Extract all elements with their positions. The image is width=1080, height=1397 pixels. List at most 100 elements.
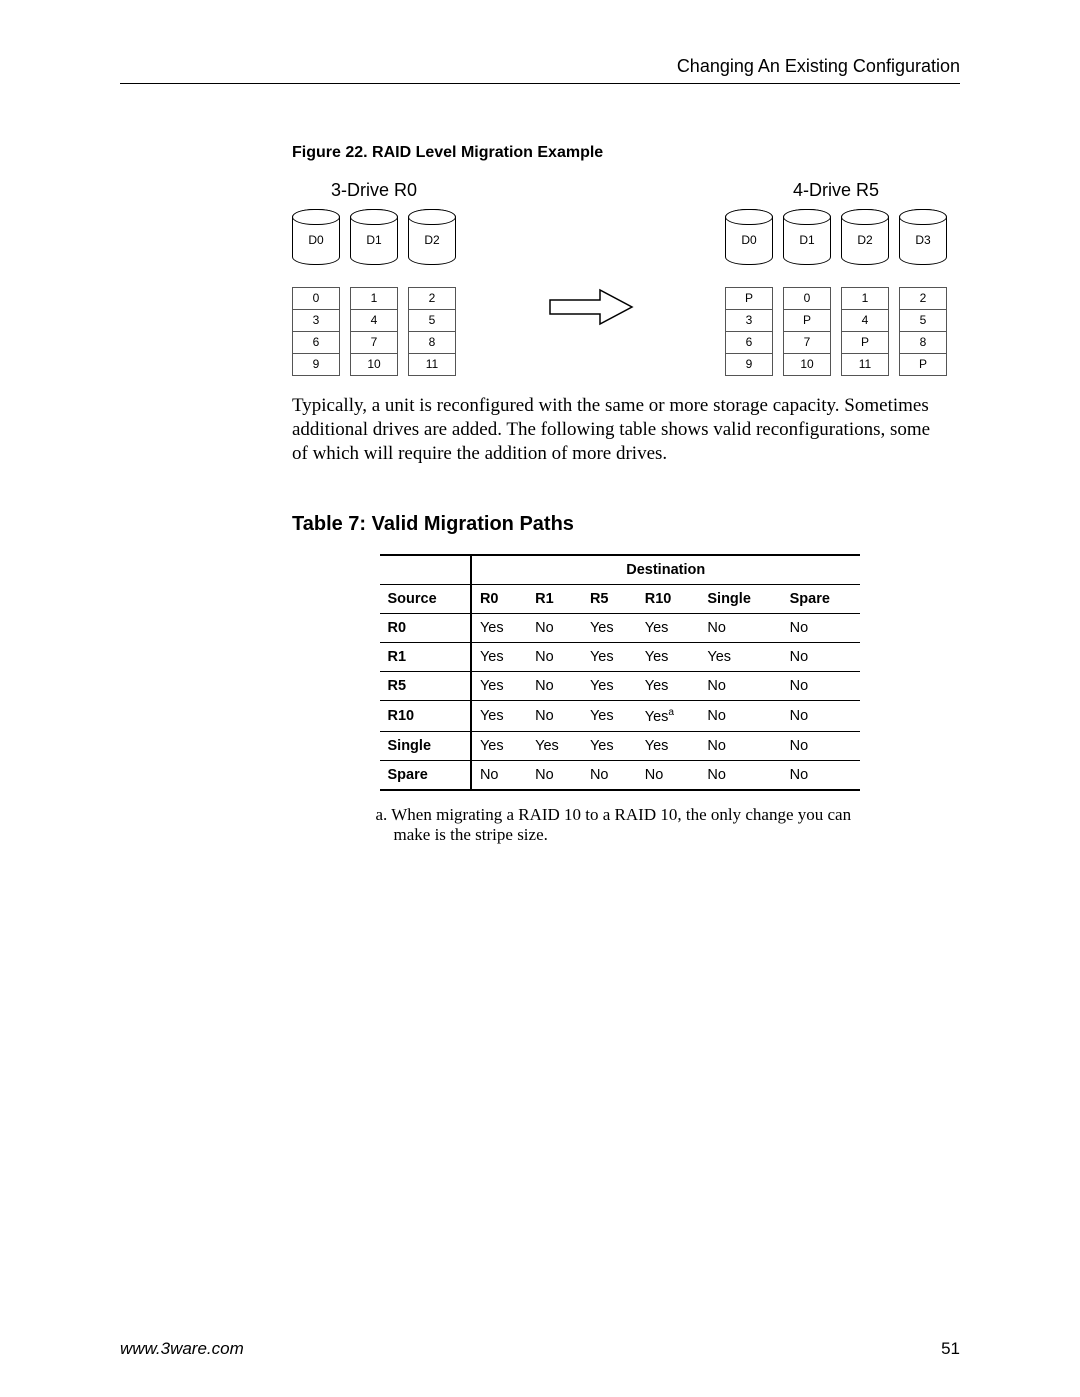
data-cell: 2 <box>409 288 455 310</box>
data-cell: 4 <box>842 310 888 332</box>
cylinder-icon: D2 <box>408 209 456 265</box>
data-cell: P <box>900 354 946 376</box>
data-cell: P <box>842 332 888 354</box>
diagram-right-group: 4-Drive R5 D0D1D2D3 P3690P71014P11258P <box>725 180 947 376</box>
data-column: 258P <box>899 287 947 376</box>
table-value-cell: No <box>471 761 527 791</box>
drive-cylinder: D0 <box>725 209 773 265</box>
table-value-cell: Yes <box>582 614 637 643</box>
table-source-cell: Single <box>380 732 471 761</box>
data-column: P369 <box>725 287 773 376</box>
data-cell: 6 <box>293 332 339 354</box>
table-value-cell: Yes <box>471 672 527 701</box>
data-cell: 3 <box>293 310 339 332</box>
table-value-cell: Yes <box>582 732 637 761</box>
data-cell: P <box>784 310 830 332</box>
data-cell: 9 <box>293 354 339 376</box>
data-column: 25811 <box>408 287 456 376</box>
drive-label: D1 <box>784 233 830 247</box>
drive-cylinder: D1 <box>350 209 398 265</box>
arrow-icon <box>548 287 634 327</box>
table-source-cell: R0 <box>380 614 471 643</box>
table-row: R0YesNoYesYesNoNo <box>380 614 860 643</box>
drive-cylinder: D0 <box>292 209 340 265</box>
data-cell: 2 <box>900 288 946 310</box>
content-area: Figure 22. RAID Level Migration Example … <box>292 144 947 845</box>
data-cell: 3 <box>726 310 772 332</box>
footnote-text: When migrating a RAID 10 to a RAID 10, t… <box>391 805 851 844</box>
table-value-cell: No <box>527 643 582 672</box>
table-value-cell: Yesa <box>637 701 700 732</box>
data-column: 14P11 <box>841 287 889 376</box>
table-value-cell: Yes <box>471 701 527 732</box>
data-cell: 10 <box>351 354 397 376</box>
drive-label: D2 <box>409 233 455 247</box>
table-value-cell: Yes <box>582 701 637 732</box>
data-cell: 1 <box>842 288 888 310</box>
data-cell: 9 <box>726 354 772 376</box>
table-value-cell: No <box>782 732 860 761</box>
data-cell: 7 <box>784 332 830 354</box>
table-row: R10YesNoYesYesaNoNo <box>380 701 860 732</box>
cylinder-icon: D0 <box>725 209 773 265</box>
drive-cylinder: D2 <box>408 209 456 265</box>
drive-label: D0 <box>726 233 772 247</box>
raid-diagram: 3-Drive R0 D0D1D2 03691471025811 4-Drive… <box>292 180 947 376</box>
body-paragraph: Typically, a unit is reconfigured with t… <box>292 394 947 465</box>
cylinder-icon: D1 <box>783 209 831 265</box>
table-value-cell: Yes <box>637 643 700 672</box>
right-drives-row: D0 D1 D2 D3 <box>725 209 947 265</box>
table-value-cell: Yes <box>471 614 527 643</box>
table-value-cell: No <box>637 761 700 791</box>
data-cell: 8 <box>900 332 946 354</box>
left-drives-row: D0 D1 D2 <box>292 209 456 265</box>
drive-cylinder: D1 <box>783 209 831 265</box>
drive-label: D3 <box>900 233 946 247</box>
table-row: SpareNoNoNoNoNoNo <box>380 761 860 791</box>
data-cell: 7 <box>351 332 397 354</box>
table-value-cell: No <box>527 614 582 643</box>
table-column-header: Single <box>699 585 781 614</box>
data-cell: 8 <box>409 332 455 354</box>
table-title: Table 7: Valid Migration Paths <box>292 513 947 536</box>
left-data-columns: 03691471025811 <box>292 287 456 376</box>
drive-label: D2 <box>842 233 888 247</box>
drive-cylinder: D2 <box>841 209 889 265</box>
diagram-left-title: 3-Drive R0 <box>331 180 417 201</box>
data-cell: 11 <box>409 354 455 376</box>
table-row: R1YesNoYesYesYesNo <box>380 643 860 672</box>
cylinder-icon: D0 <box>292 209 340 265</box>
table-value-cell: No <box>699 614 781 643</box>
table-value-cell: No <box>782 643 860 672</box>
table-value-cell: No <box>782 672 860 701</box>
table-value-cell: No <box>527 701 582 732</box>
data-cell: 5 <box>900 310 946 332</box>
table-value-cell: No <box>699 701 781 732</box>
table-value-cell: Yes <box>471 732 527 761</box>
table-value-cell: Yes <box>527 732 582 761</box>
drive-label: D1 <box>351 233 397 247</box>
data-cell: 11 <box>842 354 888 376</box>
drive-cylinder: D3 <box>899 209 947 265</box>
cylinder-icon: D3 <box>899 209 947 265</box>
footnote-mark: a. <box>376 805 388 824</box>
footer-url: www.3ware.com <box>120 1339 244 1359</box>
data-cell: P <box>726 288 772 310</box>
table-row: R5YesNoYesYesNoNo <box>380 672 860 701</box>
table-value-cell: Yes <box>582 643 637 672</box>
data-cell: 5 <box>409 310 455 332</box>
table-value-cell: Yes <box>582 672 637 701</box>
data-cell: 6 <box>726 332 772 354</box>
footer-page-number: 51 <box>941 1339 960 1359</box>
header-rule <box>120 83 960 84</box>
cylinder-icon: D2 <box>841 209 889 265</box>
data-column: 14710 <box>350 287 398 376</box>
table-value-cell: Yes <box>471 643 527 672</box>
drive-label: D0 <box>293 233 339 247</box>
migration-paths-table: Destination Source R0R1R5R10SingleSpare … <box>380 554 860 791</box>
data-cell: 4 <box>351 310 397 332</box>
data-cell: 0 <box>293 288 339 310</box>
table-column-header: Spare <box>782 585 860 614</box>
page: Changing An Existing Configuration Figur… <box>0 0 1080 1397</box>
table-column-header: R10 <box>637 585 700 614</box>
